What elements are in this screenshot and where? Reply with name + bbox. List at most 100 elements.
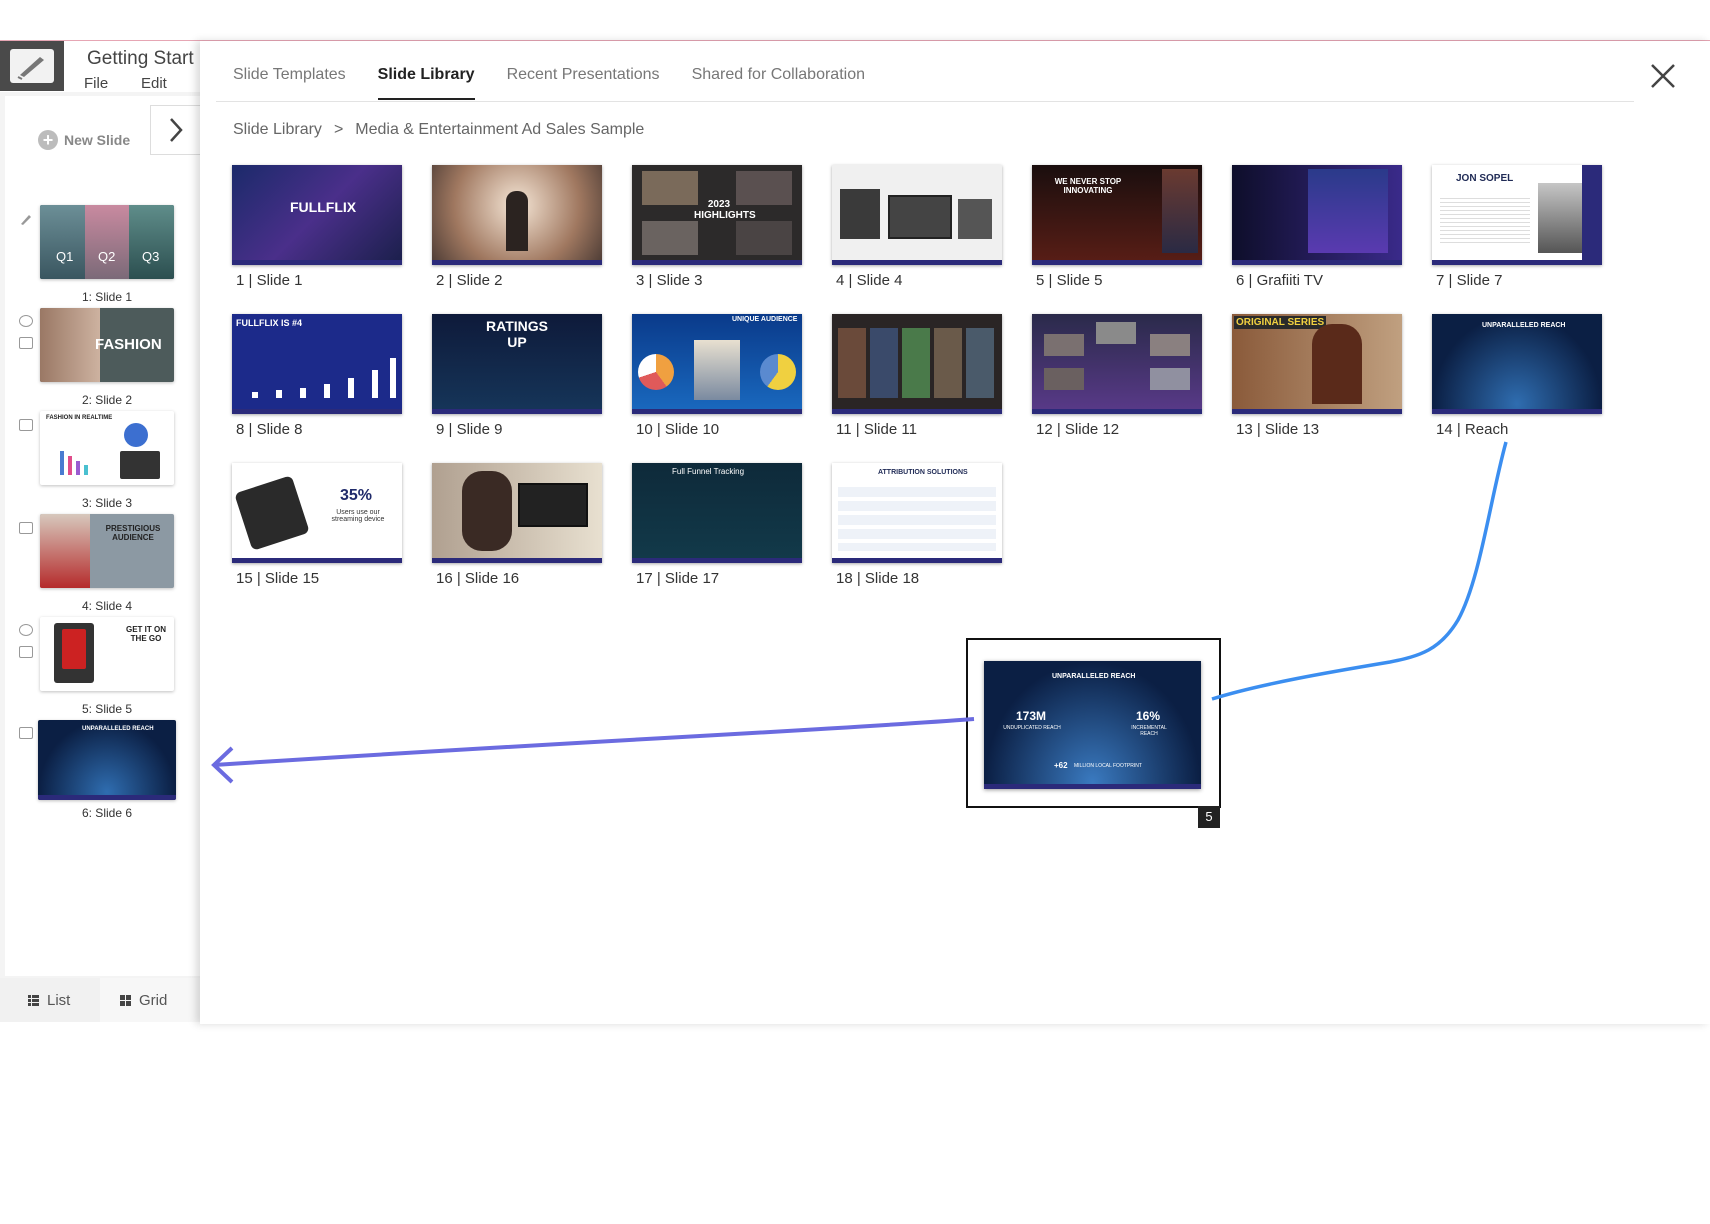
sidebar-slide-label: 5: Slide 5 xyxy=(81,702,133,716)
menu-edit[interactable]: Edit xyxy=(141,75,167,92)
library-slide-17[interactable]: Full Funnel Tracking xyxy=(632,463,802,563)
sidebar-slide-label: 1: Slide 1 xyxy=(81,290,133,304)
library-slide-label: 1 | Slide 1 xyxy=(236,272,303,289)
library-slide-label: 15 | Slide 15 xyxy=(236,570,320,587)
sidebar-slide-1[interactable]: Q1 Q2 Q3 xyxy=(40,205,174,279)
thumb-text: 16% xyxy=(1136,709,1161,723)
app-logo-icon[interactable] xyxy=(0,41,64,91)
thumb-footer xyxy=(432,409,602,414)
thumb-text: ATTRIBUTION SOLUTIONS xyxy=(878,469,968,476)
grid-view-label: Grid xyxy=(139,991,168,1009)
list-view-label: List xyxy=(47,991,71,1009)
plus-icon: + xyxy=(38,130,58,150)
list-view-button[interactable]: List xyxy=(0,978,100,1022)
thumb-text: Q2 xyxy=(98,249,116,264)
library-slide-label: 3 | Slide 3 xyxy=(636,272,703,289)
thumb-footer xyxy=(984,784,1201,789)
refresh-icon[interactable] xyxy=(19,315,33,327)
layout-icon[interactable] xyxy=(19,522,33,534)
library-slide-label: 5 | Slide 5 xyxy=(1036,272,1103,289)
pencil-icon[interactable] xyxy=(19,212,33,225)
breadcrumb: Slide Library > Media & Entertainment Ad… xyxy=(233,121,644,139)
tabs-divider xyxy=(216,101,1634,102)
thumb-text: WE NEVER STOP INNOVATING xyxy=(1054,177,1122,195)
library-slide-3[interactable]: 2023 HIGHLIGHTS xyxy=(632,165,802,265)
thumb-text: RATINGS UP xyxy=(486,318,548,350)
layout-icon[interactable] xyxy=(19,337,33,349)
library-slide-7[interactable]: JON SOPEL xyxy=(1432,165,1602,265)
breadcrumb-root[interactable]: Slide Library xyxy=(233,121,322,139)
grid-view-button[interactable]: Grid xyxy=(100,978,200,1022)
library-slide-10[interactable]: UNIQUE AUDIENCE xyxy=(632,314,802,414)
list-icon xyxy=(28,994,39,1006)
tab-slide-templates[interactable]: Slide Templates xyxy=(233,66,346,100)
sidebar-slide-2[interactable]: FASHION xyxy=(40,308,174,382)
thumb-footer xyxy=(232,260,402,265)
thumb-text: Users use our streaming device xyxy=(331,509,385,523)
thumb-footer xyxy=(832,260,1002,265)
thumb-text: UNPARALLELED REACH xyxy=(1482,322,1566,329)
sidebar-slide-6[interactable]: UNPARALLELED REACH xyxy=(38,720,176,800)
thumb-text: MILLION LOCAL FOOTPRINT xyxy=(1074,763,1142,769)
library-slide-14[interactable]: UNPARALLELED REACH xyxy=(1432,314,1602,414)
thumb-text: UNDUPLICATED REACH xyxy=(1003,725,1061,731)
thumb-text: +62 xyxy=(1054,761,1068,770)
tab-shared-for-collaboration[interactable]: Shared for Collaboration xyxy=(692,66,865,100)
library-slide-18[interactable]: ATTRIBUTION SOLUTIONS xyxy=(832,463,1002,563)
thumb-footer xyxy=(1432,409,1602,414)
thumb-footer xyxy=(38,795,176,800)
library-slide-4[interactable] xyxy=(832,165,1002,265)
library-slide-5[interactable]: WE NEVER STOP INNOVATING xyxy=(1032,165,1202,265)
thumb-text: GET IT ON THE GO xyxy=(126,625,166,643)
library-slide-9[interactable]: RATINGS UP xyxy=(432,314,602,414)
library-tabs: Slide Templates Slide Library Recent Pre… xyxy=(233,66,865,100)
refresh-icon[interactable] xyxy=(19,624,33,636)
sidebar-slide-5[interactable]: GET IT ON THE GO xyxy=(40,617,174,691)
thumb-footer xyxy=(1232,260,1402,265)
library-slide-8[interactable]: FULLFLIX IS #4 xyxy=(232,314,402,414)
drag-preview-slide[interactable]: UNPARALLELED REACH 173M UNDUPLICATED REA… xyxy=(984,661,1201,789)
tab-recent-presentations[interactable]: Recent Presentations xyxy=(507,66,660,100)
grid-icon xyxy=(120,994,131,1006)
chevron-right-icon xyxy=(170,118,183,142)
thumb-text: FASHION xyxy=(95,336,162,353)
library-slide-16[interactable] xyxy=(432,463,602,563)
library-slide-2[interactable] xyxy=(432,165,602,265)
layout-icon[interactable] xyxy=(19,419,33,431)
library-slide-label: 4 | Slide 4 xyxy=(836,272,903,289)
sidebar-slide-label: 3: Slide 3 xyxy=(81,496,133,510)
thumb-footer xyxy=(1432,260,1602,265)
menu-file[interactable]: File xyxy=(84,75,108,92)
document-title[interactable]: Getting Start xyxy=(87,48,202,70)
layout-icon[interactable] xyxy=(19,727,33,739)
library-slide-15[interactable]: 35% Users use our streaming device xyxy=(232,463,402,563)
library-slide-11[interactable] xyxy=(832,314,1002,414)
library-slide-label: 7 | Slide 7 xyxy=(1436,272,1503,289)
thumb-text: UNPARALLELED REACH xyxy=(1052,673,1136,680)
tab-slide-library[interactable]: Slide Library xyxy=(377,66,475,100)
thumb-text: 2023 HIGHLIGHTS xyxy=(694,199,756,221)
thumb-text: INCREMENTAL REACH xyxy=(1131,725,1167,737)
layout-icon[interactable] xyxy=(19,646,33,658)
library-slide-label: 13 | Slide 13 xyxy=(1236,421,1320,438)
sidebar-slide-4[interactable]: PRESTIGIOUS AUDIENCE xyxy=(40,514,174,588)
thumb-text: 35% xyxy=(340,487,373,504)
sidebar-slide-3[interactable]: FASHION IN REALTIME xyxy=(40,411,174,485)
library-slide-13[interactable]: ORIGINAL SERIES xyxy=(1232,314,1402,414)
new-slide-label: New Slide xyxy=(64,132,131,148)
close-icon[interactable] xyxy=(1647,60,1679,92)
thumb-footer xyxy=(432,558,602,563)
thumb-footer xyxy=(632,558,802,563)
thumb-text: FASHION IN REALTIME xyxy=(46,415,113,421)
sidebar-slide-label: 6: Slide 6 xyxy=(81,806,133,820)
new-slide-button[interactable]: + New Slide xyxy=(32,120,152,160)
library-slide-label: 10 | Slide 10 xyxy=(636,421,720,438)
library-slide-6[interactable] xyxy=(1232,165,1402,265)
library-slide-label: 6 | Grafiiti TV xyxy=(1236,272,1323,289)
library-slide-12[interactable] xyxy=(1032,314,1202,414)
library-slide-1[interactable]: FULLFLIX xyxy=(232,165,402,265)
thumb-text: PRESTIGIOUS AUDIENCE xyxy=(105,524,161,542)
library-slide-label: 8 | Slide 8 xyxy=(236,421,303,438)
thumb-text: UNPARALLELED REACH xyxy=(82,726,154,732)
expand-panel-button[interactable] xyxy=(150,105,202,155)
